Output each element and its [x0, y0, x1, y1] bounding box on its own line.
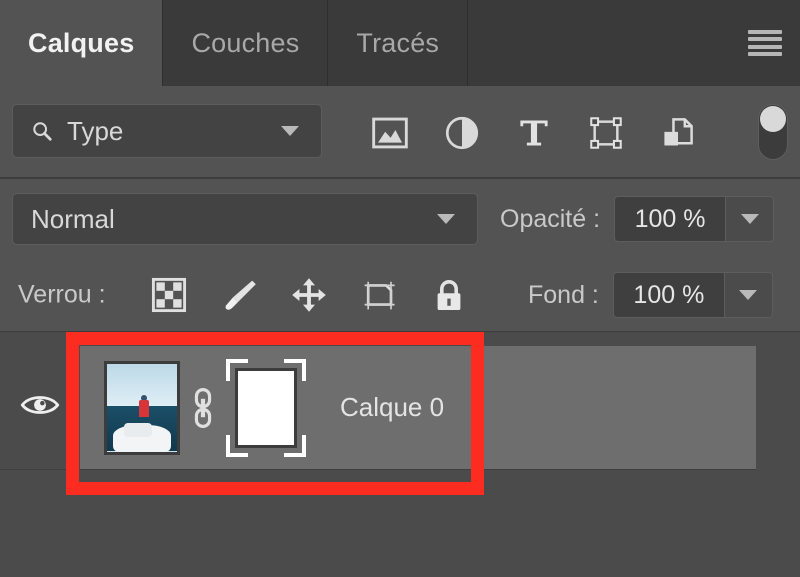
- tab-calques[interactable]: Calques: [0, 0, 164, 86]
- lock-icon-group: [148, 259, 470, 331]
- tab-couches-label: Couches: [191, 27, 300, 58]
- filter-smart-object-layers-icon[interactable]: [658, 113, 698, 153]
- blend-mode-value: Normal: [31, 203, 115, 234]
- filter-type-select[interactable]: Type: [12, 104, 322, 158]
- lock-position-icon[interactable]: [288, 274, 330, 316]
- filter-kind-icons: [370, 86, 698, 179]
- chevron-down-icon: [739, 290, 758, 300]
- tab-traces-label: Tracés: [356, 27, 440, 58]
- lock-row: Verrou : Fond: 100 %: [0, 259, 800, 331]
- layer-thumbnail[interactable]: [104, 360, 180, 455]
- filter-pixel-layers-icon[interactable]: [370, 113, 410, 153]
- chevron-down-icon: [281, 126, 299, 136]
- filter-adjustment-layers-icon[interactable]: [442, 113, 482, 153]
- mask-selected-corner-icon: [226, 434, 248, 457]
- opacity-stepper-button[interactable]: [726, 196, 775, 242]
- fill-label: Fond :: [528, 280, 599, 309]
- panel-tab-bar: Calques Couches Tracés: [0, 0, 800, 86]
- hamburger-menu-icon[interactable]: [748, 30, 782, 56]
- fill-input[interactable]: 100 %: [612, 272, 725, 318]
- layer-list: Calque 0: [0, 331, 800, 577]
- opacity-input[interactable]: 100 %: [614, 196, 727, 242]
- filter-shape-layers-icon[interactable]: [586, 113, 626, 153]
- mask-selected-corner-icon: [226, 358, 248, 381]
- lock-artboard-nesting-icon[interactable]: [358, 274, 400, 316]
- table-row[interactable]: Calque 0: [0, 346, 756, 470]
- tab-calques-label: Calques: [28, 27, 135, 58]
- layer-mask-thumbnail[interactable]: [226, 358, 306, 457]
- layers-panel: Calques Couches Tracés Type Normal Opaci…: [0, 0, 800, 577]
- eye-icon: [20, 392, 60, 423]
- layer-visibility-toggle[interactable]: [0, 346, 80, 469]
- filter-type-label: Type: [67, 115, 124, 146]
- layer-mask-link-icon[interactable]: [190, 386, 216, 430]
- layer-name-label[interactable]: Calque 0: [340, 392, 444, 423]
- search-icon: [31, 120, 53, 142]
- fill-stepper-button[interactable]: [724, 272, 773, 318]
- tab-couches[interactable]: Couches: [163, 0, 329, 86]
- tab-bar-filler: [468, 0, 800, 86]
- opacity-label: Opacité :: [500, 204, 601, 233]
- blend-opacity-row: Normal Opacité : 100 %: [0, 179, 800, 259]
- filter-enable-toggle[interactable]: [758, 103, 788, 160]
- lock-image-pixels-icon[interactable]: [218, 274, 260, 316]
- lock-all-icon[interactable]: [428, 274, 470, 316]
- filter-type-layers-icon[interactable]: [514, 113, 554, 153]
- layer-filter-row: Type: [0, 86, 800, 179]
- chevron-down-icon: [437, 214, 455, 224]
- lock-transparent-pixels-icon[interactable]: [148, 274, 190, 316]
- filter-toggle-knob: [760, 105, 786, 132]
- blend-mode-select[interactable]: Normal: [12, 193, 478, 245]
- lock-label: Verrou :: [18, 280, 106, 309]
- mask-selected-corner-icon: [284, 434, 306, 457]
- tab-traces[interactable]: Tracés: [328, 0, 469, 86]
- chevron-down-icon: [740, 214, 759, 224]
- opacity-field-group: Opacité : 100 %: [500, 193, 775, 245]
- mask-selected-corner-icon: [284, 358, 306, 381]
- fill-field-group: Fond : 100 %: [528, 272, 773, 318]
